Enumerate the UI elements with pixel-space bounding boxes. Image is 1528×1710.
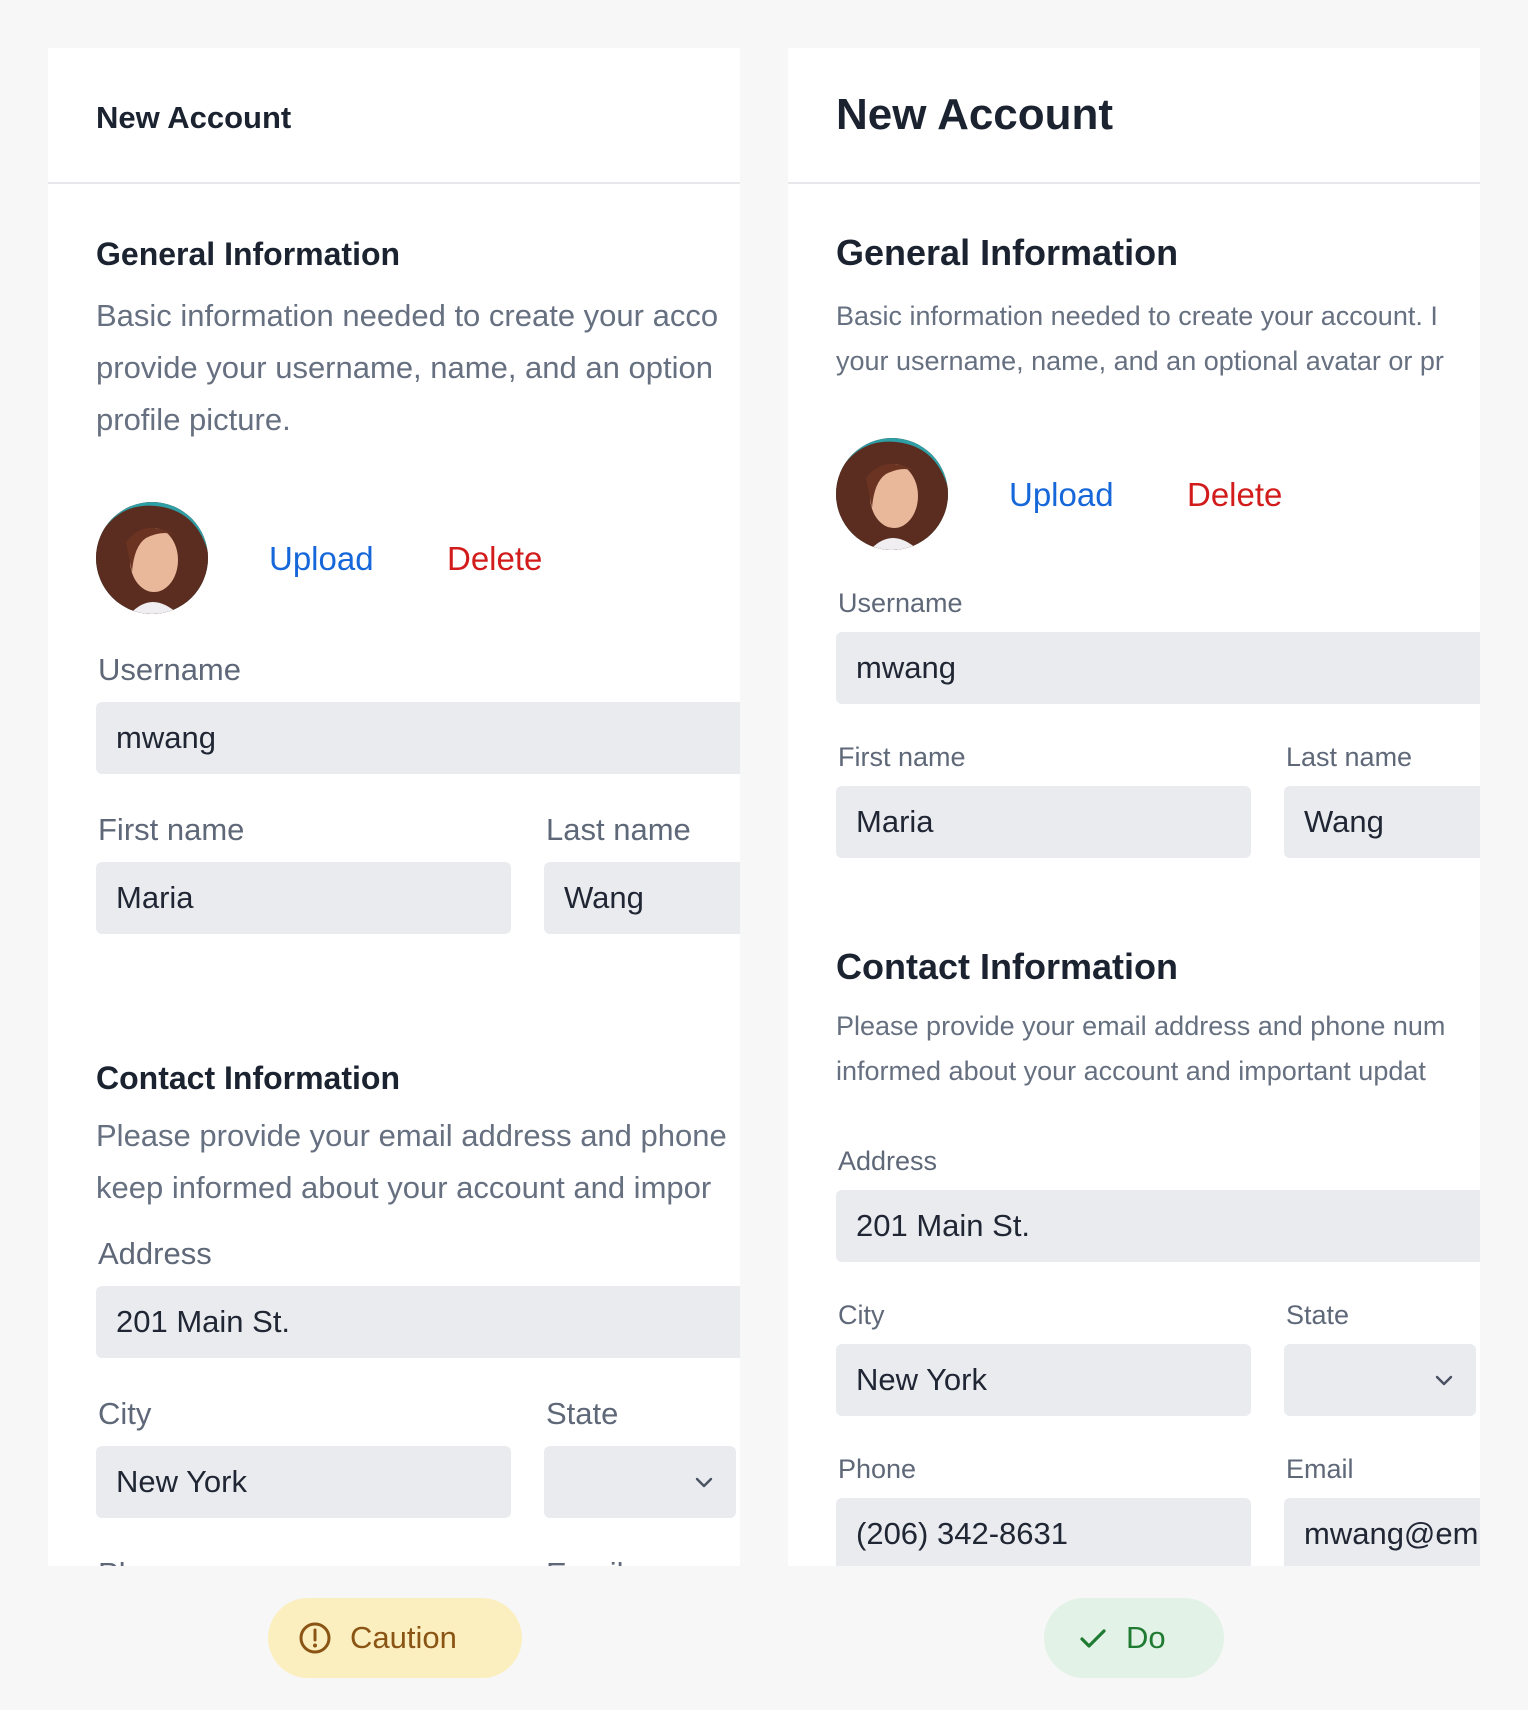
city-field[interactable]: New York xyxy=(96,1446,511,1518)
check-icon xyxy=(1080,1629,1106,1648)
caution-example-panel: New Account General Information Basic in… xyxy=(48,48,740,1566)
email-field[interactable]: mwang@em xyxy=(1284,1498,1480,1566)
phone-field[interactable]: (206) 342-8631 xyxy=(836,1498,1251,1566)
city-label: City xyxy=(838,1300,885,1330)
username-label: Username xyxy=(838,588,963,618)
description-line: Basic information needed to create your … xyxy=(836,301,1438,331)
state-select[interactable] xyxy=(544,1446,736,1518)
panel-header: New Account xyxy=(788,48,1480,184)
address-label: Address xyxy=(98,1236,212,1271)
panel-header: New Account xyxy=(48,48,740,184)
delete-avatar-link[interactable]: Delete xyxy=(1187,476,1282,514)
general-information-description: Basic information needed to create your … xyxy=(96,290,718,446)
avatar xyxy=(836,438,948,550)
contact-information-description: Please provide your email address and ph… xyxy=(836,1004,1445,1094)
chevron-down-icon xyxy=(1432,1344,1456,1416)
description-line: your username, name, and an optional ava… xyxy=(836,346,1444,376)
general-information-heading: General Information xyxy=(836,232,1179,273)
contact-information-heading: Contact Information xyxy=(836,946,1178,987)
description-line: Please provide your email address and ph… xyxy=(96,1118,727,1153)
first-name-label: First name xyxy=(98,812,245,847)
username-label: Username xyxy=(98,652,241,687)
last-name-field[interactable]: Wang xyxy=(544,862,740,934)
description-line: Basic information needed to create your … xyxy=(96,298,719,333)
state-label: State xyxy=(546,1396,619,1431)
caution-label: Caution xyxy=(350,1620,457,1655)
do-example-panel: New Account General Information Basic in… xyxy=(788,48,1480,1566)
username-field[interactable]: mwang xyxy=(836,632,1480,704)
description-line: provide your username, name, and an opti… xyxy=(96,350,713,385)
email-label: Email xyxy=(1286,1454,1354,1484)
page-title: New Account xyxy=(836,90,1114,139)
contact-information-description: Please provide your email address and ph… xyxy=(96,1110,727,1214)
exclamation-circle-icon xyxy=(299,1622,331,1654)
first-name-field[interactable]: Maria xyxy=(96,862,511,934)
contact-information-heading: Contact Information xyxy=(96,1060,400,1096)
city-label: City xyxy=(98,1396,152,1431)
description-line: informed about your account and importan… xyxy=(836,1056,1426,1086)
city-field[interactable]: New York xyxy=(836,1344,1251,1416)
upload-avatar-link[interactable]: Upload xyxy=(1009,476,1114,514)
delete-avatar-link[interactable]: Delete xyxy=(447,540,542,578)
last-name-label: Last name xyxy=(546,812,691,847)
address-field[interactable]: 201 Main St. xyxy=(96,1286,740,1358)
first-name-field[interactable]: Maria xyxy=(836,786,1251,858)
email-label: Email xyxy=(546,1556,624,1566)
avatar xyxy=(96,502,208,614)
state-select[interactable] xyxy=(1284,1344,1476,1416)
description-line: keep informed about your account and imp… xyxy=(96,1170,712,1205)
state-label: State xyxy=(1286,1300,1350,1330)
phone-label: Phone xyxy=(838,1454,917,1484)
description-line: profile picture. xyxy=(96,402,291,437)
page-title: New Account xyxy=(96,100,292,135)
caution-badge: Caution xyxy=(268,1598,522,1678)
upload-avatar-link[interactable]: Upload xyxy=(269,540,374,578)
username-field[interactable]: mwang xyxy=(96,702,740,774)
first-name-label: First name xyxy=(838,742,966,772)
last-name-label: Last name xyxy=(1286,742,1413,772)
general-information-heading: General Information xyxy=(96,236,401,272)
general-information-description: Basic information needed to create your … xyxy=(836,294,1444,384)
do-badge: Do xyxy=(1044,1598,1224,1678)
address-label: Address xyxy=(838,1146,938,1176)
chevron-down-icon xyxy=(692,1446,716,1518)
do-label: Do xyxy=(1126,1620,1166,1655)
description-line: Please provide your email address and ph… xyxy=(836,1011,1446,1041)
last-name-field[interactable]: Wang xyxy=(1284,786,1480,858)
address-field[interactable]: 201 Main St. xyxy=(836,1190,1480,1262)
phone-label: Phone xyxy=(98,1556,188,1566)
